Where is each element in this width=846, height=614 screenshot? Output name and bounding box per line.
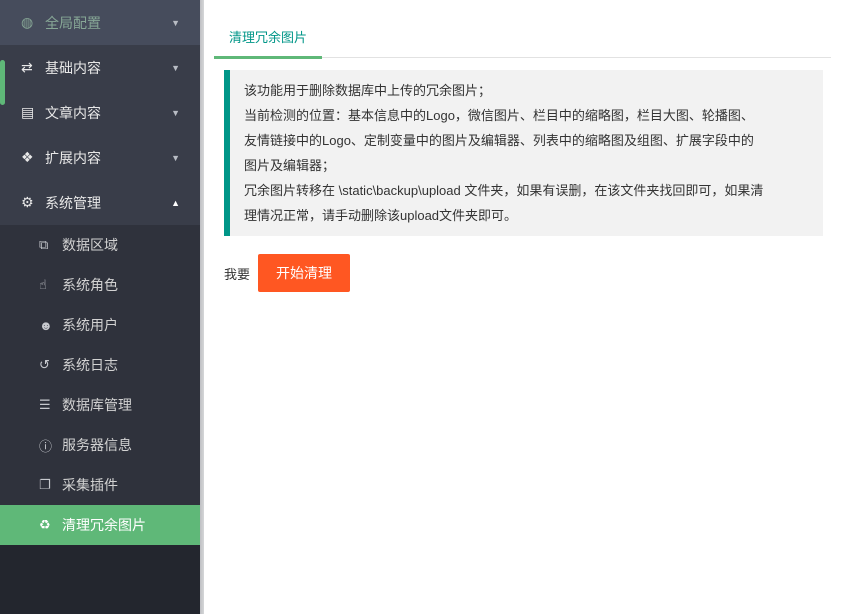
sidebar-subitem-label: 系统用户	[62, 315, 118, 335]
notice-line: 图片及编辑器；	[244, 153, 809, 178]
sitemap-icon: ⧉	[39, 237, 62, 253]
sidebar-main-menu: ◍全局配置 ▼ ⇄基础内容 ▼ ▤文章内容 ▼ ❖扩展内容 ▼ ⚙系统管理 ▲	[0, 0, 200, 225]
hand-icon: ☝	[39, 277, 62, 293]
action-row: 我要 开始清理	[224, 254, 831, 292]
chevron-down-icon: ▼	[171, 18, 180, 28]
history-icon: ↺	[39, 357, 62, 373]
tab-bar: 清理冗余图片	[214, 18, 831, 58]
sidebar: ◍全局配置▼⇄基础内容▼▤文章内容▼❖扩展内容▼⚙系统管理▲ ⧉数据区域☝系统角…	[0, 0, 200, 614]
notice-line: 该功能用于删除数据库中上传的冗余图片；	[244, 78, 809, 103]
sidebar-subitem-6[interactable]: ❐采集插件	[0, 465, 200, 505]
notice-line: 冗余图片转移在 \static\backup\upload 文件夹，如果有误删，…	[244, 178, 809, 203]
sidebar-subitem-label: 数据区域	[62, 235, 118, 255]
chevron-down-icon: ▼	[171, 63, 180, 73]
users-icon: ☻	[39, 318, 62, 333]
sliders-icon: ⇄	[21, 59, 45, 76]
sidebar-subitem-3[interactable]: ↺系统日志	[0, 345, 200, 385]
sidebar-item-label: 扩展内容	[45, 148, 101, 168]
notice-line: 友情链接中的Logo、定制变量中的图片及编辑器、列表中的缩略图及组图、扩展字段中…	[244, 128, 809, 153]
sidebar-subitem-label: 数据库管理	[62, 395, 132, 415]
main-content: 清理冗余图片 该功能用于删除数据库中上传的冗余图片；当前检测的位置：基本信息中的…	[204, 0, 846, 614]
sidebar-item-label: 文章内容	[45, 103, 101, 123]
sidebar-subitem-0[interactable]: ⧉数据区域	[0, 225, 200, 265]
sidebar-sub-menu: ⧉数据区域☝系统角色☻系统用户↺系统日志☰数据库管理ⓘ服务器信息❐采集插件♻清理…	[0, 225, 200, 545]
sidebar-subitem-4[interactable]: ☰数据库管理	[0, 385, 200, 425]
database-icon: ☰	[39, 397, 62, 413]
trash-icon: ♻	[39, 517, 62, 533]
sidebar-item-4[interactable]: ⚙系统管理 ▲	[0, 180, 200, 225]
sidebar-subitem-label: 清理冗余图片	[62, 515, 146, 535]
sidebar-item-label: 全局配置	[45, 13, 101, 33]
gear-icon: ⚙	[21, 194, 45, 211]
document-icon: ▤	[21, 104, 45, 121]
notice-blockquote: 该功能用于删除数据库中上传的冗余图片；当前检测的位置：基本信息中的Logo，微信…	[224, 70, 823, 236]
sidebar-subitem-5[interactable]: ⓘ服务器信息	[0, 425, 200, 465]
tab-clean-redundant-images[interactable]: 清理冗余图片	[214, 18, 322, 58]
copy-icon: ❐	[39, 477, 62, 493]
tab-label: 清理冗余图片	[229, 30, 307, 45]
notice-line: 当前检测的位置：基本信息中的Logo，微信图片、栏目中的缩略图，栏目大图、轮播图…	[244, 103, 809, 128]
info-icon: ⓘ	[39, 436, 62, 455]
notice-line: 理情况正常，请手动删除该upload文件夹即可。	[244, 203, 809, 228]
sidebar-subitem-7[interactable]: ♻清理冗余图片	[0, 505, 200, 545]
expand-icon: ❖	[21, 149, 45, 166]
start-clean-button[interactable]: 开始清理	[258, 254, 350, 292]
sidebar-subitem-label: 系统角色	[62, 275, 118, 295]
chevron-down-icon: ▼	[171, 153, 180, 163]
sidebar-item-1[interactable]: ⇄基础内容 ▼	[0, 45, 200, 90]
sidebar-item-label: 系统管理	[45, 193, 101, 213]
sidebar-subitem-label: 系统日志	[62, 355, 118, 375]
sidebar-item-0[interactable]: ◍全局配置 ▼	[0, 0, 200, 45]
action-prefix-label: 我要	[224, 264, 250, 283]
chevron-down-icon: ▼	[171, 108, 180, 118]
sidebar-subitem-label: 采集插件	[62, 475, 118, 495]
sidebar-item-2[interactable]: ▤文章内容 ▼	[0, 90, 200, 135]
active-tab-underline	[214, 56, 322, 59]
sidebar-item-3[interactable]: ❖扩展内容 ▼	[0, 135, 200, 180]
sidebar-item-label: 基础内容	[45, 58, 101, 78]
sidebar-subitem-1[interactable]: ☝系统角色	[0, 265, 200, 305]
chevron-up-icon: ▲	[171, 198, 180, 208]
sidebar-subitem-label: 服务器信息	[62, 435, 132, 455]
sidebar-scrollbar-thumb[interactable]	[0, 60, 5, 105]
globe-icon: ◍	[21, 14, 45, 31]
sidebar-subitem-2[interactable]: ☻系统用户	[0, 305, 200, 345]
